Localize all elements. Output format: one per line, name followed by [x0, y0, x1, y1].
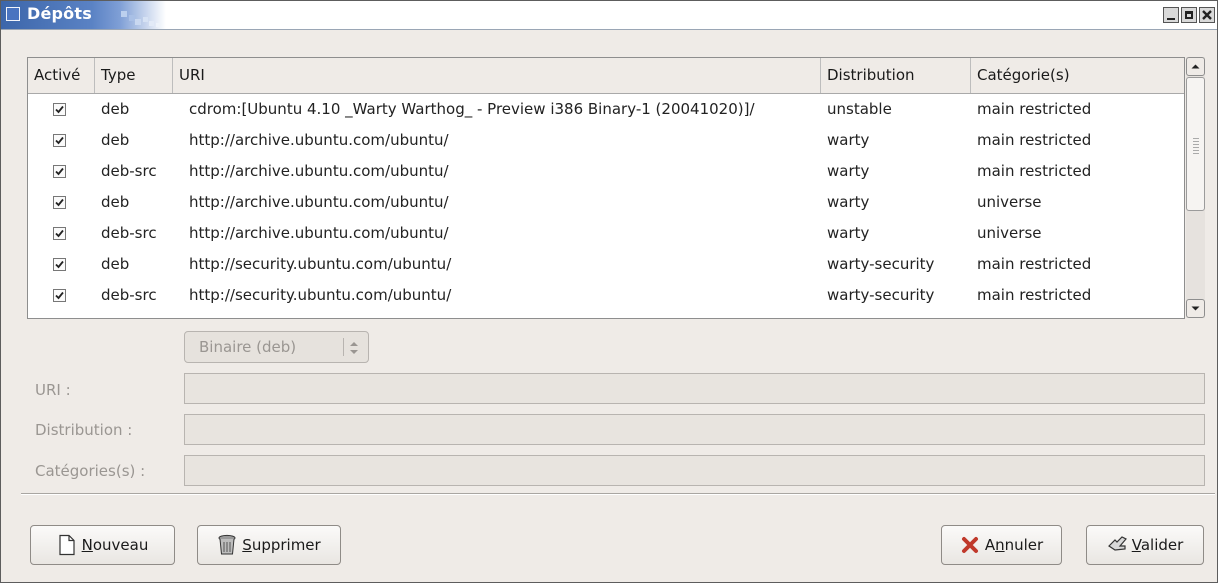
distribution-label: Distribution : [35, 421, 133, 439]
cell-distribution: unstable [827, 100, 892, 118]
list-item[interactable]: deb cdrom:[Ubuntu 4.10 _Warty Warthog_ - … [28, 94, 1184, 125]
cancel-button[interactable]: Annuler [941, 525, 1062, 565]
cell-categories: main restricted [977, 100, 1092, 118]
new-button[interactable]: Nouveau [30, 525, 175, 565]
cell-uri: http://security.ubuntu.com/ubuntu/ [189, 286, 452, 304]
scroll-thumb[interactable] [1186, 77, 1205, 211]
enabled-checkbox[interactable] [53, 134, 66, 147]
enabled-checkbox[interactable] [53, 196, 66, 209]
cell-categories: main restricted [977, 286, 1092, 304]
cell-uri: http://archive.ubuntu.com/ubuntu/ [189, 131, 449, 149]
enabled-checkbox[interactable] [53, 103, 66, 116]
window-title: Dépôts [27, 4, 92, 23]
cell-type: deb [101, 131, 130, 149]
list-item[interactable]: deb http://security.ubuntu.com/ubuntu/war… [28, 249, 1184, 280]
distribution-field[interactable] [184, 414, 1205, 445]
cell-distribution: warty [827, 193, 870, 211]
cell-distribution: warty [827, 162, 870, 180]
cell-categories: universe [977, 224, 1042, 242]
cell-uri: http://archive.ubuntu.com/ubuntu/ [189, 224, 449, 242]
list-item[interactable]: deb http://archive.ubuntu.com/ubuntu/wart… [28, 187, 1184, 218]
column-header-distribution[interactable]: Distribution [821, 58, 971, 93]
arrow-down-icon [1191, 306, 1200, 311]
cell-distribution: warty-security [827, 286, 935, 304]
cell-type: deb [101, 255, 130, 273]
list-item[interactable]: deb http://archive.ubuntu.com/ubuntu/wart… [28, 125, 1184, 156]
scroll-down-button[interactable] [1186, 299, 1205, 318]
list-item[interactable]: deb-src http://archive.ubuntu.com/ubuntu/… [28, 218, 1184, 249]
title-tab: Dépôts [1, 1, 166, 29]
close-button[interactable] [1199, 7, 1215, 23]
column-header-enabled[interactable]: Activé [28, 58, 95, 93]
separator [21, 493, 1215, 495]
uri-label: URI : [35, 381, 71, 399]
updown-arrows-icon [350, 342, 358, 354]
title-decoration-icon [121, 11, 160, 27]
column-header-type[interactable]: Type [95, 58, 173, 93]
enabled-checkbox[interactable] [53, 289, 66, 302]
cell-categories: universe [977, 193, 1042, 211]
cell-type: deb-src [101, 286, 157, 304]
trash-icon [217, 534, 237, 556]
window-menu-icon[interactable] [6, 7, 20, 21]
cell-categories: main restricted [977, 162, 1092, 180]
new-document-icon [57, 534, 77, 556]
cell-uri: http://archive.ubuntu.com/ubuntu/ [189, 193, 449, 211]
list-item[interactable]: deb-src http://security.ubuntu.com/ubuntu… [28, 280, 1184, 311]
cancel-x-icon [960, 534, 980, 556]
ok-button[interactable]: Valider [1086, 525, 1204, 565]
cell-distribution: warty [827, 224, 870, 242]
cell-categories: main restricted [977, 255, 1092, 273]
categories-label: Catégories(s) : [35, 462, 146, 480]
arrow-up-icon [1191, 64, 1200, 69]
type-select[interactable]: Binaire (deb) [184, 331, 369, 363]
minimize-button[interactable] [1163, 7, 1179, 23]
column-header-categories[interactable]: Catégorie(s) [971, 58, 1184, 93]
maximize-button[interactable] [1181, 7, 1197, 23]
cell-type: deb-src [101, 162, 157, 180]
cell-type: deb [101, 100, 130, 118]
cell-type: deb-src [101, 224, 157, 242]
list-item[interactable]: deb-src http://archive.ubuntu.com/ubuntu/… [28, 156, 1184, 187]
repository-list[interactable]: Activé Type URI Distribution Catégorie(s… [27, 57, 1185, 319]
repositories-window: Dépôts Activé Type URI Distribution Caté… [0, 0, 1218, 583]
cell-type: deb [101, 193, 130, 211]
close-icon [1202, 10, 1212, 20]
cell-uri: cdrom:[Ubuntu 4.10 _Warty Warthog_ - Pre… [189, 100, 755, 118]
cell-uri: http://security.ubuntu.com/ubuntu/ [189, 255, 452, 273]
cell-categories: main restricted [977, 131, 1092, 149]
scroll-up-button[interactable] [1186, 57, 1205, 76]
uri-field[interactable] [184, 373, 1205, 404]
cell-distribution: warty [827, 131, 870, 149]
cell-distribution: warty-security [827, 255, 935, 273]
enabled-checkbox[interactable] [53, 258, 66, 271]
categories-field[interactable] [184, 455, 1205, 486]
list-scrollbar[interactable] [1186, 57, 1205, 318]
list-header: Activé Type URI Distribution Catégorie(s… [28, 58, 1184, 94]
enabled-checkbox[interactable] [53, 165, 66, 178]
title-bar[interactable]: Dépôts [1, 1, 1217, 30]
apply-hand-icon [1107, 534, 1127, 556]
delete-button[interactable]: Supprimer [197, 525, 341, 565]
column-header-uri[interactable]: URI [173, 58, 821, 93]
type-select-value: Binaire (deb) [199, 338, 297, 356]
cell-uri: http://archive.ubuntu.com/ubuntu/ [189, 162, 449, 180]
enabled-checkbox[interactable] [53, 227, 66, 240]
